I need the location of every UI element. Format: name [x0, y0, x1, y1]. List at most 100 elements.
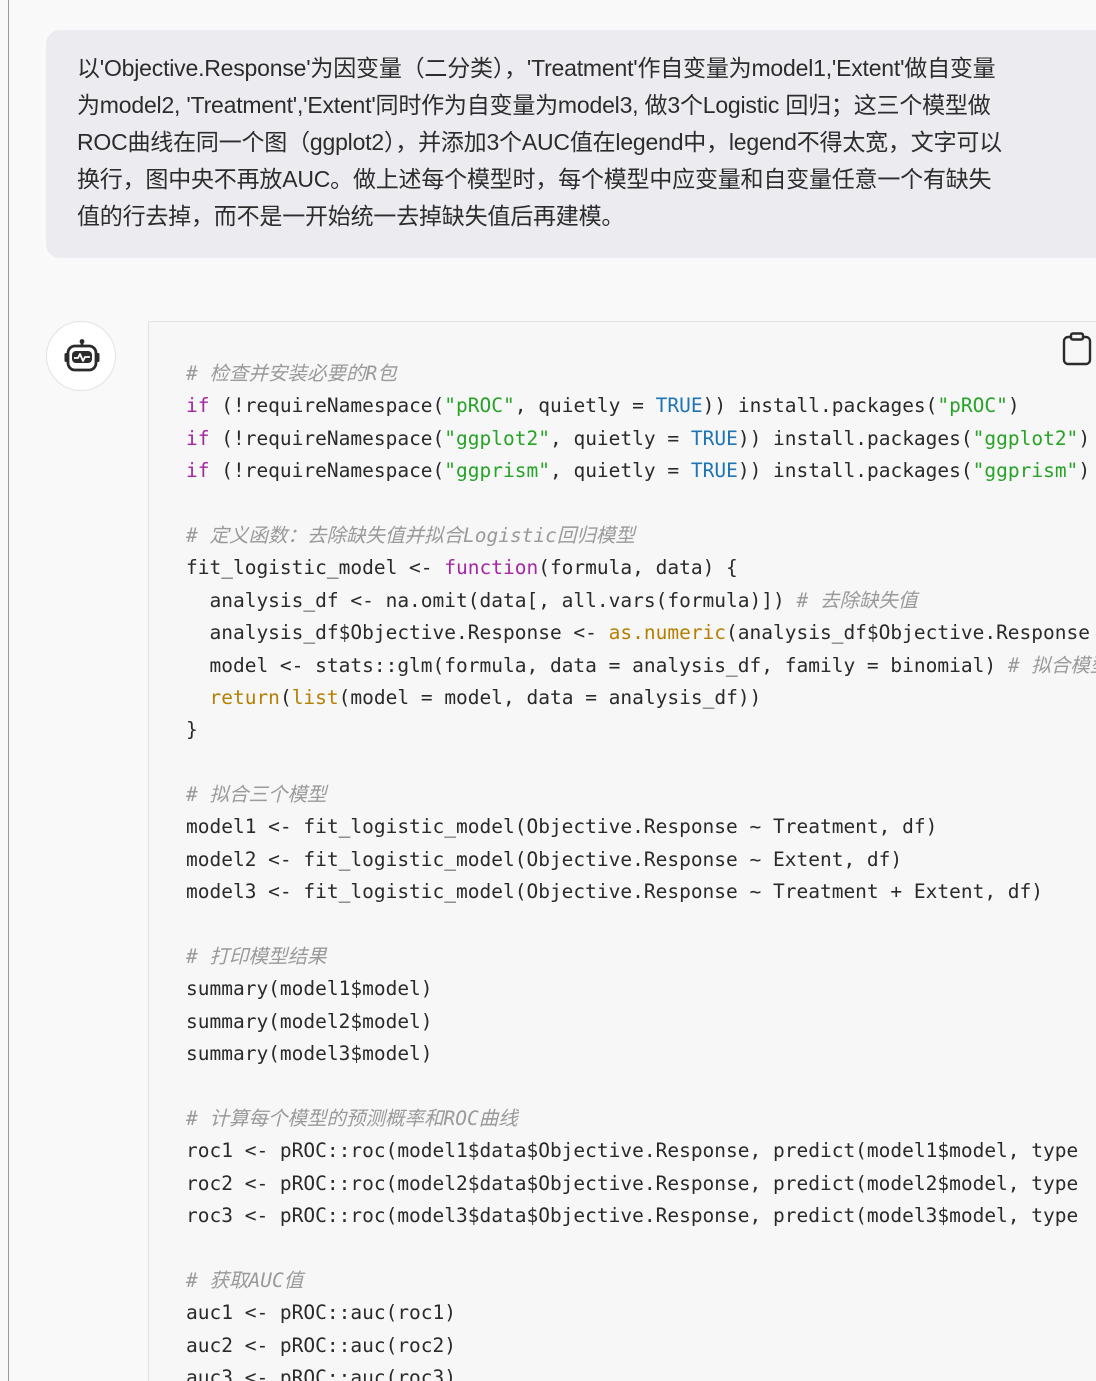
code-line: # 检查并安装必要的R包: [186, 358, 1096, 390]
code-token: (!requireNamespace(: [209, 394, 445, 418]
code-comment: # 获取AUC值: [186, 1268, 304, 1292]
robot-icon: [64, 339, 100, 372]
code-token: analysis_df$Objective.Response <-: [186, 621, 609, 645]
code-token: auc2 <- pROC::auc(roc2): [186, 1333, 457, 1357]
code-token: , quietly =: [549, 459, 691, 483]
code-token: (formula, data) {: [538, 556, 738, 580]
code-token: TRUE: [690, 426, 738, 450]
code-token: auc1 <- pROC::auc(roc1): [186, 1301, 457, 1325]
code-token: , quietly =: [514, 394, 656, 418]
user-message-line: 以'Objective.Response'为因变量（二分类），'Treatmen…: [77, 55, 996, 81]
code-token: (!requireNamespace(: [209, 459, 445, 483]
code-line: model1 <- fit_logistic_model(Objective.R…: [186, 811, 1096, 843]
code-token: analysis_df <- na.omit(data[, all.vars(f…: [186, 588, 797, 612]
code-token: (model = model, data = analysis_df)): [338, 685, 762, 709]
window-edge-divider: [8, 0, 9, 1381]
user-message-line: 为model2, 'Treatment','Extent'同时作为自变量为mod…: [77, 92, 991, 118]
assistant-avatar: [46, 321, 116, 391]
code-token: list: [291, 685, 339, 709]
code-token: "ggplot2": [972, 426, 1079, 450]
code-token: summary(model3$model): [186, 1042, 433, 1066]
code-token: (: [279, 685, 292, 709]
code-comment: # 计算每个模型的预测概率和ROC曲线: [186, 1106, 518, 1130]
user-message-line: ROC曲线在同一个图（ggplot2），并添加3个AUC值在legend中，le…: [77, 129, 1002, 155]
code-line: roc3 <- pROC::roc(model3$data$Objective.…: [186, 1200, 1096, 1232]
code-token: model <- stats::glm(formula, data = anal…: [186, 653, 1008, 677]
code-token: return: [209, 685, 280, 709]
code-token: TRUE: [655, 394, 703, 418]
code-line: roc1 <- pROC::roc(model1$data$Objective.…: [186, 1135, 1096, 1167]
code-token: ): [1078, 426, 1091, 450]
code-token: )) install.packages(: [702, 394, 938, 418]
code-line: # 拟合三个模型: [186, 779, 1096, 811]
code-line: # 定义函数：去除缺失值并拟合Logistic回归模型: [186, 520, 1096, 552]
user-message-line: 换行，图中央不再放AUC。做上述每个模型时，每个模型中应变量和自变量任意一个有缺…: [77, 166, 992, 192]
code-comment: # 拟合三个模型: [186, 783, 327, 807]
code-line: summary(model2$model): [186, 1006, 1096, 1038]
code-line: if (!requireNamespace("ggprism", quietly…: [186, 455, 1096, 487]
code-line: # 计算每个模型的预测概率和ROC曲线: [186, 1103, 1096, 1135]
code-token: ): [1078, 459, 1091, 483]
code-comment: # 定义函数：去除缺失值并拟合Logistic回归模型: [186, 523, 635, 547]
code-token: }: [186, 718, 198, 742]
code-line: fit_logistic_model <- function(formula, …: [186, 552, 1096, 584]
code-comment: # 检查并安装必要的R包: [186, 362, 397, 385]
code-content: # 检查并安装必要的R包 if (!requireNamespace("pROC"…: [186, 358, 1096, 1381]
code-line: return(list(model = model, data = analys…: [186, 682, 1096, 714]
code-token: summary(model2$model): [186, 1009, 433, 1033]
code-line: auc1 <- pROC::auc(roc1): [186, 1297, 1096, 1329]
code-token: )) install.packages(: [737, 426, 973, 450]
code-token: model1 <- fit_logistic_model(Objective.R…: [186, 815, 938, 839]
code-token: if: [186, 394, 210, 418]
code-line: model <- stats::glm(formula, data = anal…: [186, 650, 1096, 682]
code-line: analysis_df <- na.omit(data[, all.vars(f…: [186, 585, 1096, 617]
code-token: (!requireNamespace(: [209, 426, 445, 450]
code-comment: # 打印模型结果: [186, 945, 327, 969]
code-token: auc3 <- pROC::auc(roc3): [186, 1366, 457, 1381]
code-token: summary(model1$model): [186, 977, 433, 1001]
code-token: "pROC": [937, 394, 1008, 418]
code-token: roc1 <- pROC::roc(model1$data$Objective.…: [186, 1139, 1079, 1163]
code-token: "ggplot2": [444, 426, 550, 450]
code-line: # 获取AUC值: [186, 1265, 1096, 1297]
code-line: auc2 <- pROC::auc(roc2): [186, 1330, 1096, 1362]
chat-page: 以'Objective.Response'为因变量（二分类），'Treatmen…: [0, 0, 1096, 1381]
code-line: # 打印模型结果: [186, 941, 1096, 973]
code-token: )) install.packages(: [737, 459, 973, 483]
code-token: if: [186, 459, 210, 483]
code-token: function: [444, 556, 539, 580]
code-line: model2 <- fit_logistic_model(Objective.R…: [186, 844, 1096, 876]
user-message-line: 值的行去掉，而不是一开始统一去掉缺失值后再建模。: [77, 203, 625, 229]
user-message-bubble: 以'Objective.Response'为因变量（二分类），'Treatmen…: [46, 30, 1096, 258]
code-token: "ggprism": [972, 459, 1079, 483]
code-comment: # 去除缺失值: [796, 588, 918, 612]
code-token: "ggprism": [444, 459, 550, 483]
code-line: analysis_df$Objective.Response <- as.num…: [186, 617, 1096, 649]
code-line: if (!requireNamespace("ggplot2", quietly…: [186, 423, 1096, 455]
user-message-text: 以'Objective.Response'为因变量（二分类），'Treatmen…: [77, 50, 1087, 235]
code-token: "pROC": [444, 394, 515, 418]
code-line: roc2 <- pROC::roc(model2$data$Objective.…: [186, 1168, 1096, 1200]
code-token: roc3 <- pROC::roc(model3$data$Objective.…: [186, 1204, 1079, 1228]
code-token: (analysis_df$Objective.Response: [726, 621, 1090, 645]
code-token: ): [1007, 394, 1020, 418]
code-token: TRUE: [690, 459, 738, 483]
code-token: as.numeric: [608, 621, 727, 645]
code-token: , quietly =: [549, 426, 691, 450]
code-token: model3 <- fit_logistic_model(Objective.R…: [186, 880, 1044, 904]
code-token: fit_logistic_model <-: [186, 556, 445, 580]
code-token: model2 <- fit_logistic_model(Objective.R…: [186, 847, 903, 871]
code-comment: # 拟合模型: [1007, 653, 1096, 677]
code-line: model3 <- fit_logistic_model(Objective.R…: [186, 876, 1096, 908]
code-line: summary(model3$model): [186, 1038, 1096, 1070]
code-line: summary(model1$model): [186, 973, 1096, 1005]
code-token: if: [186, 426, 210, 450]
code-line: if (!requireNamespace("pROC", quietly = …: [186, 390, 1096, 422]
code-token: roc2 <- pROC::roc(model2$data$Objective.…: [186, 1171, 1079, 1195]
